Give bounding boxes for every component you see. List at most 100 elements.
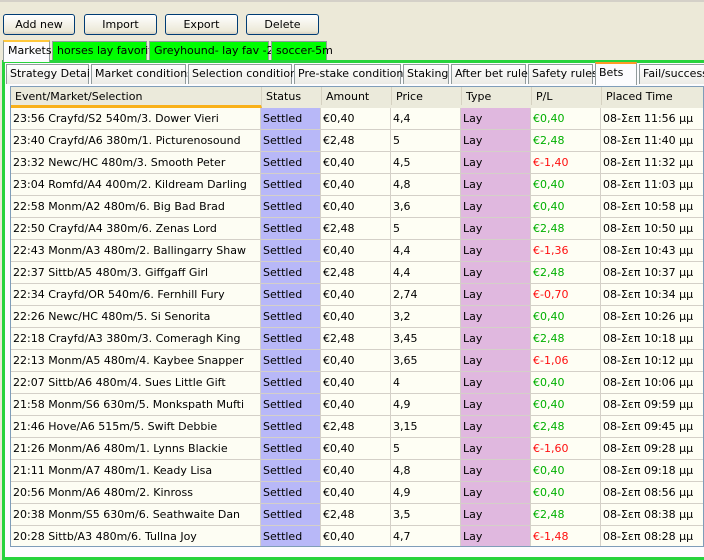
cell-placed-time: 08-Σεπ 10:34 μμ <box>601 284 703 306</box>
cell-amount: €0,40 <box>321 526 391 546</box>
cell-type: Lay <box>461 394 531 416</box>
cell-pl: €-1,48 <box>531 526 601 546</box>
table-row[interactable]: 21:26 Monm/A6 480m/1. Lynns Blackie Settl… <box>11 438 703 460</box>
column-header-price[interactable]: Price <box>392 87 462 105</box>
column-header-type[interactable]: Type <box>462 87 532 105</box>
table-row[interactable]: 22:18 Crayfd/A3 380m/3. Comeragh King Set… <box>11 328 703 350</box>
cell-placed-time: 08-Σεπ 10:12 μμ <box>601 350 703 372</box>
tab-staking[interactable]: Staking <box>403 64 449 84</box>
cell-price: 3,65 <box>391 350 461 372</box>
cell-event: 21:11 Monm/A7 480m/1. Keady Lisa <box>11 460 261 482</box>
cell-price: 3,2 <box>391 306 461 328</box>
cell-placed-time: 08-Σεπ 10:43 μμ <box>601 240 703 262</box>
cell-type: Lay <box>461 372 531 394</box>
cell-type: Lay <box>461 262 531 284</box>
cell-event: 22:58 Monm/A2 480m/6. Big Bad Brad <box>11 196 261 218</box>
cell-price: 4,5 <box>391 152 461 174</box>
cell-status: Settled <box>261 526 321 546</box>
table-row[interactable]: 20:28 Sittb/A3 480m/6. Tullna Joy Settled… <box>11 526 703 546</box>
cell-event: 22:43 Monm/A3 480m/2. Ballingarry Shaw <box>11 240 261 262</box>
tab-safety-rules[interactable]: Safety rules <box>528 64 598 84</box>
cell-price: 4,9 <box>391 394 461 416</box>
table-row[interactable]: 22:37 Sittb/A5 480m/3. Giffgaff Girl Sett… <box>11 262 703 284</box>
tab-strategy-details[interactable]: Strategy Details <box>6 64 99 84</box>
column-header-placed-time[interactable]: Placed Time <box>602 87 703 105</box>
cell-amount: €2,48 <box>321 328 391 350</box>
cell-placed-time: 08-Σεπ 11:32 μμ <box>601 152 703 174</box>
table-row[interactable]: 22:26 Newc/HC 480m/5. Si Senorita Settled… <box>11 306 703 328</box>
cell-price: 3,15 <box>391 416 461 438</box>
table-row[interactable]: 22:13 Monm/A5 480m/4. Kaybee Snapper Sett… <box>11 350 703 372</box>
cell-event: 20:56 Monm/A6 480m/2. Kinross <box>11 482 261 504</box>
tab-greyhound-lay-fav[interactable]: Greyhound- lay fav -2m <box>149 41 284 61</box>
cell-placed-time: 08-Σεπ 08:38 μμ <box>601 504 703 526</box>
cell-pl: €-1,36 <box>531 240 601 262</box>
table-row[interactable]: 21:58 Monm/S6 630m/5. Monkspath Mufti Set… <box>11 394 703 416</box>
table-row[interactable]: 22:50 Crayfd/A4 380m/6. Zenas Lord Settle… <box>11 218 703 240</box>
cell-event: 23:32 Newc/HC 480m/3. Smooth Peter <box>11 152 261 174</box>
export-button[interactable]: Export <box>165 14 238 35</box>
column-header-amount[interactable]: Amount <box>322 87 392 105</box>
tab-bets[interactable]: Bets <box>595 62 637 85</box>
cell-type: Lay <box>461 284 531 306</box>
cell-placed-time: 08-Σεπ 10:37 μμ <box>601 262 703 284</box>
column-header-event[interactable]: Event/Market/Selection <box>11 87 262 108</box>
cell-type: Lay <box>461 306 531 328</box>
table-row[interactable]: 23:40 Crayfd/A6 380m/1. Picturenosound Se… <box>11 130 703 152</box>
tab-selection-conditions[interactable]: Selection conditions <box>188 64 303 84</box>
tab-soccer-5m[interactable]: soccer-5m <box>271 41 333 61</box>
table-row[interactable]: 23:56 Crayfd/S2 540m/3. Dower Vieri Settl… <box>11 108 703 130</box>
cell-type: Lay <box>461 482 531 504</box>
cell-event: 22:26 Newc/HC 480m/5. Si Senorita <box>11 306 261 328</box>
import-button[interactable]: Import <box>84 14 157 35</box>
cell-pl: €0,40 <box>531 460 601 482</box>
cell-price: 4,8 <box>391 460 461 482</box>
table-row[interactable]: 21:46 Hove/A6 515m/5. Swift Debbie Settle… <box>11 416 703 438</box>
cell-type: Lay <box>461 174 531 196</box>
cell-status: Settled <box>261 306 321 328</box>
add-new-button[interactable]: Add new <box>3 14 75 35</box>
cell-status: Settled <box>261 284 321 306</box>
cell-event: 21:26 Monm/A6 480m/1. Lynns Blackie <box>11 438 261 460</box>
cell-placed-time: 08-Σεπ 10:26 μμ <box>601 306 703 328</box>
table-row[interactable]: 22:43 Monm/A3 480m/2. Ballingarry Shaw Se… <box>11 240 703 262</box>
table-row[interactable]: 22:58 Monm/A2 480m/6. Big Bad Brad Settle… <box>11 196 703 218</box>
tab-horses-lay-favorite[interactable]: horses lay favorite <box>52 41 159 61</box>
tab-fail-success[interactable]: Fail/success <box>639 64 704 84</box>
cell-status: Settled <box>261 504 321 526</box>
cell-event: 22:07 Sittb/A6 480m/4. Sues Little Gift <box>11 372 261 394</box>
cell-price: 3,45 <box>391 328 461 350</box>
cell-pl: €2,48 <box>531 328 601 350</box>
cell-type: Lay <box>461 504 531 526</box>
table-row[interactable]: 23:04 Romfd/A4 400m/2. Kildream Darling S… <box>11 174 703 196</box>
table-row[interactable]: 21:11 Monm/A7 480m/1. Keady Lisa Settled €… <box>11 460 703 482</box>
column-header-status[interactable]: Status <box>262 87 322 105</box>
cell-pl: €0,40 <box>531 394 601 416</box>
tab-market-conditions[interactable]: Market conditions <box>91 64 193 84</box>
tab-pre-stake-conditions[interactable]: Pre-stake conditions <box>294 64 409 84</box>
bets-grid[interactable]: Event/Market/Selection Status Amount Pri… <box>10 86 704 547</box>
delete-button[interactable]: Delete <box>246 14 319 35</box>
cell-pl: €-1,40 <box>531 152 601 174</box>
table-row[interactable]: 22:34 Crayfd/OR 540m/6. Fernhill Fury Set… <box>11 284 703 306</box>
table-row[interactable]: 23:32 Newc/HC 480m/3. Smooth Peter Settle… <box>11 152 703 174</box>
cell-type: Lay <box>461 152 531 174</box>
column-header-pl[interactable]: P/L <box>532 87 602 105</box>
cell-type: Lay <box>461 416 531 438</box>
cell-status: Settled <box>261 240 321 262</box>
cell-amount: €2,48 <box>321 130 391 152</box>
strategy-tab-bar: Strategy Details Market conditions Selec… <box>6 62 704 85</box>
table-row[interactable]: 22:07 Sittb/A6 480m/4. Sues Little Gift S… <box>11 372 703 394</box>
cell-amount: €0,40 <box>321 284 391 306</box>
cell-price: 5 <box>391 218 461 240</box>
cell-status: Settled <box>261 460 321 482</box>
window-top-border <box>0 0 704 2</box>
cell-status: Settled <box>261 130 321 152</box>
tab-markets[interactable]: Markets <box>3 40 52 62</box>
tab-after-bet-rules[interactable]: After bet rules <box>451 64 534 84</box>
cell-placed-time: 08-Σεπ 10:50 μμ <box>601 218 703 240</box>
cell-price: 5 <box>391 438 461 460</box>
table-row[interactable]: 20:56 Monm/A6 480m/2. Kinross Settled €0,4… <box>11 482 703 504</box>
cell-placed-time: 08-Σεπ 10:18 μμ <box>601 328 703 350</box>
table-row[interactable]: 20:38 Monm/S5 630m/6. Seathwaite Dan Sett… <box>11 504 703 526</box>
